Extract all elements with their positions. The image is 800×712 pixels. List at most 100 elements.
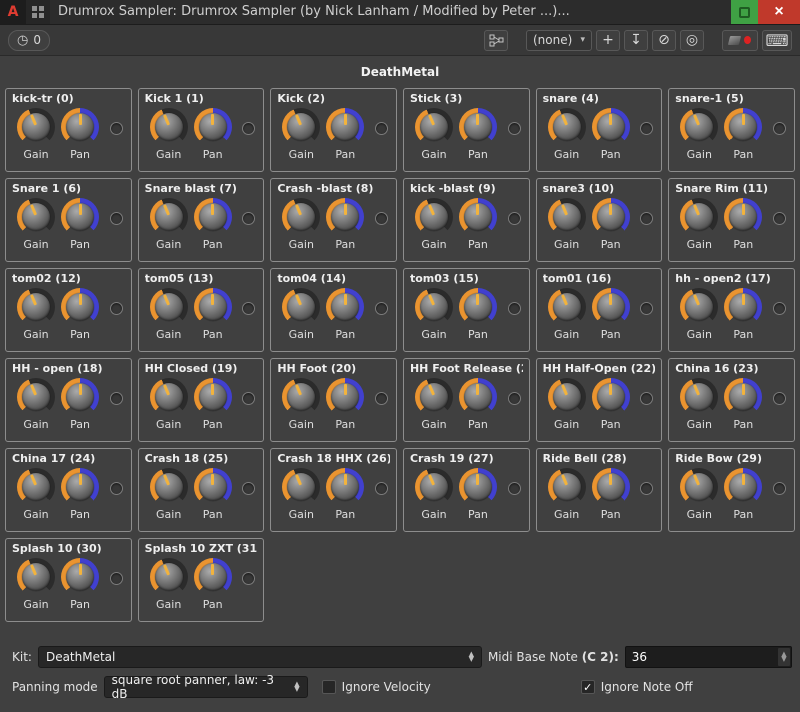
- trigger-led: [110, 482, 123, 495]
- save-preset-button[interactable]: ↧: [624, 30, 648, 51]
- gain-knob[interactable]: [282, 108, 320, 146]
- pan-knob[interactable]: [61, 108, 99, 146]
- gain-knob[interactable]: [17, 288, 55, 326]
- knob-pointer: [211, 474, 214, 485]
- gain-knob[interactable]: [680, 108, 718, 146]
- window-menu-button[interactable]: [26, 0, 50, 24]
- gain-knob[interactable]: [415, 108, 453, 146]
- bypass-button[interactable]: ◎: [680, 30, 704, 51]
- knob-cap: [464, 473, 492, 501]
- delete-preset-button[interactable]: ⊘: [652, 30, 676, 51]
- pan-knob[interactable]: [724, 198, 762, 236]
- gain-knob[interactable]: [548, 288, 586, 326]
- pan-knob[interactable]: [459, 378, 497, 416]
- gain-knob[interactable]: [17, 468, 55, 506]
- pan-knob[interactable]: [61, 468, 99, 506]
- pan-knob[interactable]: [459, 468, 497, 506]
- gain-knob[interactable]: [548, 198, 586, 236]
- ignore-velocity-checkbox[interactable]: [322, 680, 336, 694]
- pan-knob[interactable]: [326, 108, 364, 146]
- gain-knob[interactable]: [415, 198, 453, 236]
- pan-knob[interactable]: [724, 468, 762, 506]
- gain-knob[interactable]: [415, 288, 453, 326]
- pan-knob[interactable]: [194, 108, 232, 146]
- pan-knob[interactable]: [459, 288, 497, 326]
- knob-pointer: [742, 474, 745, 485]
- pan-knob[interactable]: [61, 288, 99, 326]
- gain-knob[interactable]: [680, 198, 718, 236]
- pan-knob[interactable]: [592, 198, 630, 236]
- pan-knob[interactable]: [724, 288, 762, 326]
- pan-knob[interactable]: [326, 378, 364, 416]
- gain-knob[interactable]: [282, 288, 320, 326]
- gain-knob[interactable]: [17, 108, 55, 146]
- close-button[interactable]: ×: [758, 0, 800, 24]
- add-preset-button[interactable]: +: [596, 30, 620, 51]
- gain-knob[interactable]: [282, 378, 320, 416]
- pan-knob[interactable]: [592, 108, 630, 146]
- pan-knob[interactable]: [61, 198, 99, 236]
- gain-knob[interactable]: [548, 378, 586, 416]
- gain-knob[interactable]: [150, 468, 188, 506]
- pan-knob[interactable]: [61, 378, 99, 416]
- gain-knob[interactable]: [415, 468, 453, 506]
- gain-knob[interactable]: [415, 378, 453, 416]
- gain-knob[interactable]: [548, 108, 586, 146]
- midi-base-note-input[interactable]: [625, 646, 792, 668]
- pan-knob[interactable]: [194, 558, 232, 596]
- gain-knob[interactable]: [150, 558, 188, 596]
- knob-cap: [199, 293, 227, 321]
- gain-knob[interactable]: [680, 468, 718, 506]
- gain-knob[interactable]: [150, 288, 188, 326]
- gain-knob[interactable]: [150, 108, 188, 146]
- pan-knob[interactable]: [194, 468, 232, 506]
- gain-knob[interactable]: [282, 468, 320, 506]
- gain-knob[interactable]: [17, 378, 55, 416]
- gain-knob[interactable]: [17, 198, 55, 236]
- gain-knob[interactable]: [17, 558, 55, 596]
- pan-knob[interactable]: [194, 288, 232, 326]
- routing-button[interactable]: [484, 30, 508, 51]
- pan-knob[interactable]: [592, 288, 630, 326]
- automation-button[interactable]: [722, 30, 758, 51]
- gain-knob[interactable]: [282, 198, 320, 236]
- gain-knob[interactable]: [150, 198, 188, 236]
- knob-pointer: [162, 294, 169, 305]
- gain-knob[interactable]: [680, 288, 718, 326]
- knob-cap: [331, 383, 359, 411]
- gain-knob[interactable]: [548, 468, 586, 506]
- midi-keyboard-button[interactable]: ⌨: [762, 30, 792, 51]
- pan-knob[interactable]: [326, 468, 364, 506]
- gain-label: Gain: [156, 148, 181, 161]
- pan-knob[interactable]: [592, 468, 630, 506]
- gain-knob[interactable]: [150, 378, 188, 416]
- pan-knob[interactable]: [459, 108, 497, 146]
- entry-stepper-icon[interactable]: ▲▼: [778, 648, 790, 666]
- knob-cap: [287, 203, 315, 231]
- pan-knob[interactable]: [326, 288, 364, 326]
- pan-knob[interactable]: [724, 108, 762, 146]
- pan-knob[interactable]: [592, 378, 630, 416]
- gain-knob[interactable]: [680, 378, 718, 416]
- trigger-led: [110, 572, 123, 585]
- pan-knob[interactable]: [61, 558, 99, 596]
- knob-row: Gain Pan: [12, 288, 125, 341]
- knob-row: Gain Pan: [12, 558, 125, 611]
- pan-knob[interactable]: [326, 198, 364, 236]
- drum-pad-cell: snare (4) Gain Pan: [536, 88, 663, 172]
- instrument-label: HH Half-Open (22): [543, 362, 656, 375]
- knob-pointer: [162, 564, 169, 575]
- pan-knob[interactable]: [194, 198, 232, 236]
- ignore-note-off-checkbox[interactable]: ✓: [581, 680, 595, 694]
- pan-knob[interactable]: [194, 378, 232, 416]
- pan-knob[interactable]: [724, 378, 762, 416]
- kit-dropdown[interactable]: DeathMetal ▲▼: [38, 646, 482, 668]
- preset-dropdown[interactable]: (none) ▾: [526, 30, 592, 51]
- titlebar[interactable]: A Drumrox Sampler: Drumrox Sampler (by N…: [0, 0, 800, 25]
- pan-knob[interactable]: [459, 198, 497, 236]
- maximize-button[interactable]: [731, 0, 758, 24]
- panning-mode-dropdown[interactable]: square root panner, law: -3 dB ▲▼: [104, 676, 308, 698]
- drum-pad-cell: kick -blast (9) Gain Pan: [403, 178, 530, 262]
- delay-button[interactable]: ◷ 0: [8, 30, 50, 51]
- app-logo-icon[interactable]: A: [0, 0, 26, 24]
